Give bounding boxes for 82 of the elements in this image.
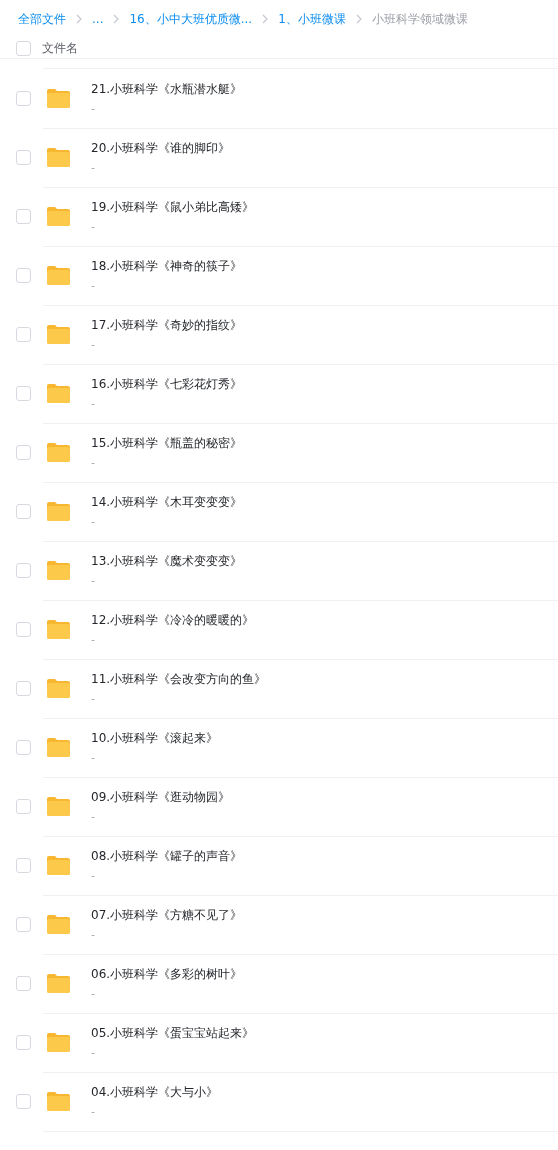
file-name[interactable]: 11.小班科学《会改变方向的鱼》 (91, 670, 267, 688)
folder-icon (46, 560, 71, 581)
file-meta: - (91, 514, 96, 528)
file-meta: - (91, 632, 96, 646)
row-checkbox[interactable] (16, 327, 31, 342)
folder-icon (46, 147, 71, 168)
folder-icon (46, 914, 71, 935)
row-checkbox[interactable] (16, 268, 31, 283)
file-meta: - (91, 691, 96, 705)
folder-icon (46, 88, 71, 109)
folder-icon (46, 796, 71, 817)
file-meta: - (91, 160, 96, 174)
folder-icon (46, 1091, 71, 1112)
file-meta: - (91, 750, 96, 764)
file-meta: - (91, 337, 96, 351)
row-checkbox[interactable] (16, 622, 31, 637)
file-name[interactable]: 06.小班科学《多彩的树叶》 (91, 965, 243, 983)
folder-icon (46, 442, 71, 463)
row-checkbox[interactable] (16, 740, 31, 755)
file-meta: - (91, 986, 96, 1000)
file-meta: - (91, 455, 96, 469)
file-meta: - (91, 1104, 96, 1118)
row-checkbox[interactable] (16, 858, 31, 873)
row-checkbox[interactable] (16, 445, 31, 460)
row-checkbox[interactable] (16, 386, 31, 401)
row-checkbox[interactable] (16, 150, 31, 165)
file-name[interactable]: 05.小班科学《蛋宝宝站起来》 (91, 1024, 255, 1042)
file-meta: - (91, 219, 96, 233)
file-name[interactable]: 04.小班科学《大与小》 (91, 1083, 219, 1101)
file-name[interactable]: 16.小班科学《七彩花灯秀》 (91, 375, 243, 393)
column-header: 文件名 (42, 39, 78, 57)
chevron-icon (261, 14, 270, 24)
row-checkbox[interactable] (16, 209, 31, 224)
file-name[interactable]: 10.小班科学《滚起来》 (91, 729, 219, 747)
folder-icon (46, 973, 71, 994)
row-checkbox[interactable] (16, 917, 31, 932)
breadcrumb-link[interactable]: ... (92, 12, 104, 26)
file-meta: - (91, 101, 96, 115)
file-meta: - (91, 573, 96, 587)
folder-icon (46, 855, 71, 876)
folder-icon (46, 1032, 71, 1053)
file-name[interactable]: 17.小班科学《奇妙的指纹》 (91, 316, 243, 334)
chevron-icon (112, 14, 121, 24)
file-meta: - (91, 868, 96, 882)
folder-icon (46, 265, 71, 286)
chevron-icon (75, 14, 83, 24)
breadcrumb-link[interactable]: 16、小中大班优质微... (129, 10, 253, 28)
row-checkbox[interactable] (16, 563, 31, 578)
file-name[interactable]: 14.小班科学《木耳变变变》 (91, 493, 243, 511)
folder-icon (46, 737, 71, 758)
select-all-checkbox[interactable] (16, 40, 31, 56)
row-checkbox[interactable] (16, 1035, 31, 1050)
file-meta: - (91, 1045, 96, 1059)
file-name[interactable]: 07.小班科学《方糖不见了》 (91, 906, 243, 924)
file-name[interactable]: 18.小班科学《神奇的筷子》 (91, 257, 243, 275)
file-name[interactable]: 12.小班科学《冷冷的暖暖的》 (91, 611, 255, 629)
breadcrumb-link[interactable]: 1、小班微课 (278, 10, 346, 28)
folder-icon (46, 678, 71, 699)
breadcrumb-link[interactable]: 全部文件 (18, 10, 66, 28)
row-checkbox[interactable] (16, 91, 31, 106)
file-name[interactable]: 19.小班科学《鼠小弟比高矮》 (91, 198, 255, 216)
row-checkbox[interactable] (16, 1094, 31, 1109)
row-checkbox[interactable] (16, 799, 31, 814)
row-checkbox[interactable] (16, 681, 31, 696)
file-meta: - (91, 396, 96, 410)
row-checkbox[interactable] (16, 976, 31, 991)
folder-icon (46, 383, 71, 404)
chevron-icon (354, 14, 363, 24)
file-name[interactable]: 09.小班科学《逛动物园》 (91, 788, 231, 806)
folder-icon (46, 206, 71, 227)
file-name[interactable]: 08.小班科学《罐子的声音》 (91, 847, 243, 865)
folder-icon (46, 501, 71, 522)
row-checkbox[interactable] (16, 504, 31, 519)
file-name[interactable]: 21.小班科学《水瓶潜水艇》 (91, 80, 243, 98)
file-meta: - (91, 927, 96, 941)
file-name[interactable]: 13.小班科学《魔术变变变》 (91, 552, 243, 570)
folder-icon (46, 324, 71, 345)
file-meta: - (91, 278, 96, 292)
folder-icon (46, 619, 71, 640)
file-name[interactable]: 20.小班科学《谁的脚印》 (91, 139, 231, 157)
file-meta: - (91, 809, 96, 823)
file-name[interactable]: 15.小班科学《瓶盖的秘密》 (91, 434, 243, 452)
